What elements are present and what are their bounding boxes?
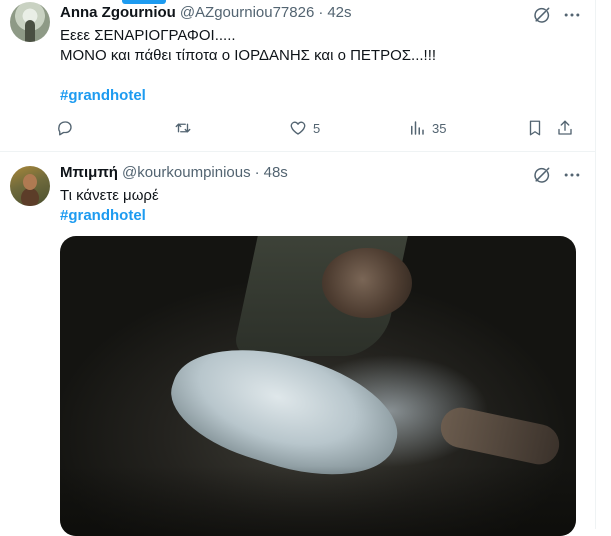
tweet-anna-zgourniou[interactable]: Anna Zgourniou @AZgourniou77826 · 42s Εεεε … [0, 0, 596, 152]
more-horizontal-icon[interactable] [562, 165, 582, 185]
tweet-actions: 5 35 [56, 117, 586, 139]
author-name[interactable]: Μπιμπή [60, 164, 118, 181]
tweet-header: Anna Zgourniou @AZgourniou77826 · 42s [60, 4, 352, 21]
timestamp[interactable]: 48s [264, 164, 288, 181]
author-handle[interactable]: @AZgourniou77826 [180, 4, 315, 21]
author-handle[interactable]: @kourkoumpinious [122, 164, 251, 181]
share-upload-icon [558, 120, 572, 135]
reply-button[interactable] [56, 117, 74, 139]
separator-dot: · [318, 4, 324, 21]
tweet-text-line: Εεεε ΣΕΝΑΡΙΟΓΡΑΦΟΙ..... [60, 27, 236, 44]
tweet-text-line: Τι κάνετε μωρέ [60, 187, 159, 204]
retweet-icon [175, 123, 191, 133]
grok-slash-circle-icon[interactable] [532, 5, 552, 25]
timeline-feed: Anna Zgourniou @AZgourniou77826 · 42s Εεεε … [0, 0, 596, 536]
tweet-media-image[interactable] [60, 236, 576, 536]
author-name[interactable]: Anna Zgourniou [60, 4, 176, 21]
heart-icon [290, 121, 306, 135]
timestamp[interactable]: 42s [327, 4, 351, 21]
avatar[interactable] [10, 2, 50, 42]
grok-slash-circle-icon[interactable] [532, 165, 552, 185]
bookmark-button[interactable] [526, 117, 544, 139]
tweet-mpimpi[interactable]: Μπιμπή @kourkoumpinious · 48s Τι κάνετε μωρ… [0, 152, 596, 536]
avatar[interactable] [10, 166, 50, 206]
like-count: 5 [313, 120, 321, 136]
share-button[interactable] [556, 117, 574, 139]
more-horizontal-icon[interactable] [562, 5, 582, 25]
column-divider [595, 0, 596, 529]
tweet-header: Μπιμπή @kourkoumpinious · 48s [60, 164, 288, 181]
separator-dot: · [254, 164, 260, 181]
reply-bubble-icon [58, 121, 72, 136]
views-bar-chart-icon [411, 121, 424, 135]
hashtag-link[interactable]: #grandhotel [60, 206, 146, 226]
retweet-button[interactable] [174, 117, 192, 139]
tweet-text-line: ΜΟΝΟ και πάθει τίποτα ο ΙΟΡΔΑΝΗΣ και ο Π… [60, 47, 437, 64]
like-button[interactable]: 5 [289, 117, 320, 139]
views-count: 35 [432, 120, 447, 136]
bookmark-icon [529, 120, 541, 136]
hashtag-link[interactable]: #grandhotel [60, 86, 146, 106]
views-button[interactable]: 35 [408, 117, 446, 139]
